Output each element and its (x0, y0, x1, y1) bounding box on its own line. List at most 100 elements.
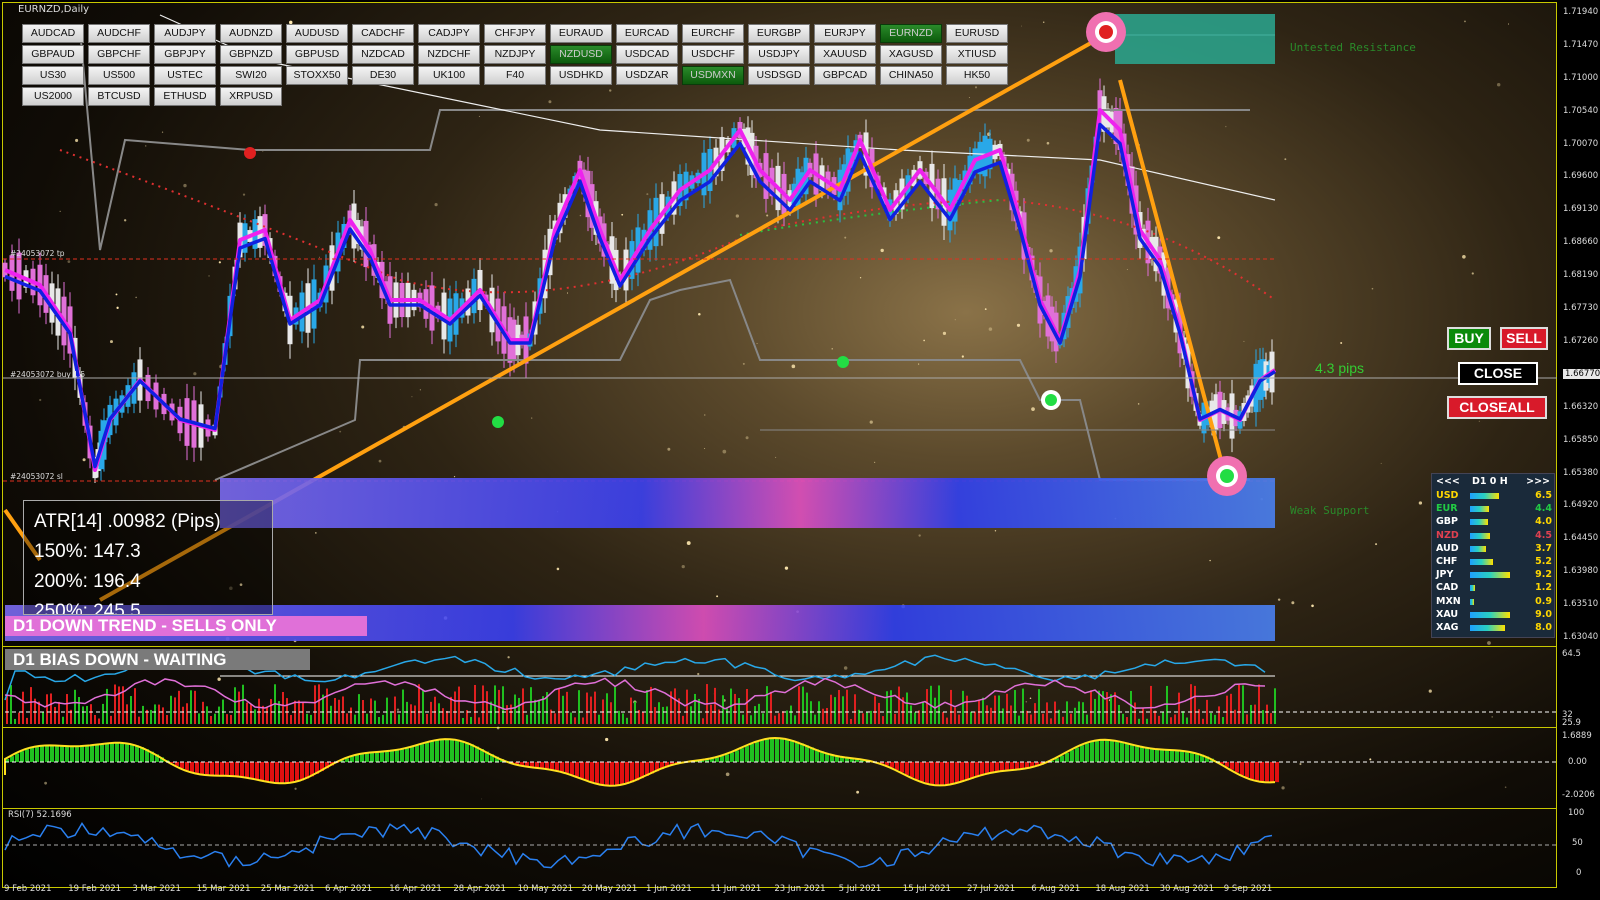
symbol-button-f40[interactable]: F40 (484, 66, 546, 85)
symbol-button-swi20[interactable]: SWI20 (220, 66, 282, 85)
sparkle (1281, 786, 1285, 790)
closeall-button[interactable]: CLOSEALL (1447, 396, 1547, 419)
oscillator-bar (630, 762, 634, 783)
symbol-button-eurusd[interactable]: EURUSD (946, 24, 1008, 43)
symbol-button-xagusd[interactable]: XAGUSD (880, 45, 942, 64)
symbol-button-uk100[interactable]: UK100 (418, 66, 480, 85)
histogram-bar (642, 711, 644, 724)
price-tick: 1.69130 (1563, 204, 1599, 215)
symbol-button-gbpnzd[interactable]: GBPNZD (220, 45, 282, 64)
symbol-button-eurcad[interactable]: EURCAD (616, 24, 678, 43)
histogram-bar (418, 684, 420, 724)
oscillator-bar (390, 750, 394, 762)
atr-value: ATR[14] .00982 (Pips) (34, 511, 221, 532)
histogram-bar (334, 698, 336, 724)
symbol-button-gbpchf[interactable]: GBPCHF (88, 45, 150, 64)
close-button[interactable]: CLOSE (1458, 362, 1538, 385)
symbol-button-cadjpy[interactable]: CADJPY (418, 24, 480, 43)
histogram-bar (286, 698, 288, 724)
symbol-button-chfjpy[interactable]: CHFJPY (484, 24, 546, 43)
symbol-button-ustec[interactable]: USTEC (154, 66, 216, 85)
currency-row-aud: AUD 3.7 (1436, 543, 1552, 555)
histogram-bar (186, 703, 188, 724)
buy-button[interactable]: BUY (1447, 327, 1491, 350)
symbol-button-gbpcad[interactable]: GBPCAD (814, 66, 876, 85)
oscillator-bar (1255, 762, 1259, 781)
symbol-button-xauusd[interactable]: XAUUSD (814, 45, 876, 64)
symbol-button-audjpy[interactable]: AUDJPY (154, 24, 216, 43)
symbol-button-nzdcad[interactable]: NZDCAD (352, 45, 414, 64)
symbol-button-usdhkd[interactable]: USDHKD (550, 66, 612, 85)
symbol-button-gbpjpy[interactable]: GBPJPY (154, 45, 216, 64)
symbol-button-us2000[interactable]: US2000 (22, 87, 84, 106)
symbol-button-nzdusd[interactable]: NZDUSD (550, 45, 612, 64)
symbol-button-china50[interactable]: CHINA50 (880, 66, 942, 85)
histogram-bar (566, 691, 568, 724)
histogram-bar (830, 694, 832, 724)
symbol-button-de30[interactable]: DE30 (352, 66, 414, 85)
sub2-axis-mid: 0.00 (1568, 757, 1587, 767)
histogram-bar (774, 715, 776, 724)
symbol-button-usdsgd[interactable]: USDSGD (748, 66, 810, 85)
symbol-button-audusd[interactable]: AUDUSD (286, 24, 348, 43)
symbol-button-usdmxn[interactable]: USDMXN (682, 66, 744, 85)
histogram-bar (182, 706, 184, 724)
symbol-button-audchf[interactable]: AUDCHF (88, 24, 150, 43)
sell-button[interactable]: SELL (1500, 327, 1548, 350)
histogram-bar (366, 713, 368, 724)
symbol-button-usdcad[interactable]: USDCAD (616, 45, 678, 64)
symbol-button-btcusd[interactable]: BTCUSD (88, 87, 150, 106)
sparkle (784, 566, 789, 570)
symbol-button-gbpusd[interactable]: GBPUSD (286, 45, 348, 64)
histogram-bar (882, 716, 884, 724)
currency-name: CHF (1436, 556, 1458, 567)
symbol-button-nzdjpy[interactable]: NZDJPY (484, 45, 546, 64)
symbol-button-eurnzd[interactable]: EURNZD (880, 24, 942, 43)
symbol-button-eurchf[interactable]: EURCHF (682, 24, 744, 43)
symbol-button-xtiusd[interactable]: XTIUSD (946, 45, 1008, 64)
histogram-bar (1202, 718, 1204, 724)
symbol-button-usdzar[interactable]: USDZAR (616, 66, 678, 85)
histogram-bar (78, 697, 80, 724)
symbol-button-stoxx50[interactable]: STOXX50 (286, 66, 348, 85)
histogram-bar (1094, 698, 1096, 724)
symbol-button-hk50[interactable]: HK50 (946, 66, 1008, 85)
oscillator-bar (565, 762, 569, 774)
symbol-button-nzdchf[interactable]: NZDCHF (418, 45, 480, 64)
histogram-bar (1266, 704, 1268, 724)
symbol-button-gbpaud[interactable]: GBPAUD (22, 45, 84, 64)
sparkle (1021, 25, 1023, 27)
symbol-button-euraud[interactable]: EURAUD (550, 24, 612, 43)
symbol-button-usdchf[interactable]: USDCHF (682, 45, 744, 64)
histogram-bar (1074, 707, 1076, 724)
symbol-button-audcad[interactable]: AUDCAD (22, 24, 84, 43)
symbol-button-usdjpy[interactable]: USDJPY (748, 45, 810, 64)
panel-next-button[interactable]: >>> (1526, 476, 1550, 487)
sparkle (75, 138, 79, 142)
oscillator-bar (605, 762, 609, 786)
oscillator-bar (415, 745, 419, 762)
symbol-button-audnzd[interactable]: AUDNZD (220, 24, 282, 43)
symbol-button-us30[interactable]: US30 (22, 66, 84, 85)
oscillator-bar (85, 745, 89, 762)
currency-value: 9.0 (1535, 608, 1552, 620)
symbol-button-cadchf[interactable]: CADCHF (352, 24, 414, 43)
histogram-bar (998, 695, 1000, 724)
sparkle (319, 256, 320, 258)
oscillator-bar (550, 762, 554, 770)
histogram-bar (1126, 717, 1128, 724)
symbol-button-us500[interactable]: US500 (88, 66, 150, 85)
symbol-button-xrpusd[interactable]: XRPUSD (220, 87, 282, 106)
sparkle (59, 210, 61, 212)
sparkle (722, 449, 727, 454)
symbol-button-ethusd[interactable]: ETHUSD (154, 87, 216, 106)
histogram-bar (74, 689, 76, 724)
date-tick: 9 Feb 2021 (4, 884, 52, 894)
symbol-button-eurgbp[interactable]: EURGBP (748, 24, 810, 43)
symbol-button-eurjpy[interactable]: EURJPY (814, 24, 876, 43)
histogram-bar (1230, 693, 1232, 724)
panel-prev-button[interactable]: <<< (1436, 476, 1460, 487)
histogram-bar (1238, 684, 1240, 724)
histogram-bar (1198, 709, 1200, 724)
oscillator-bar (385, 751, 389, 762)
